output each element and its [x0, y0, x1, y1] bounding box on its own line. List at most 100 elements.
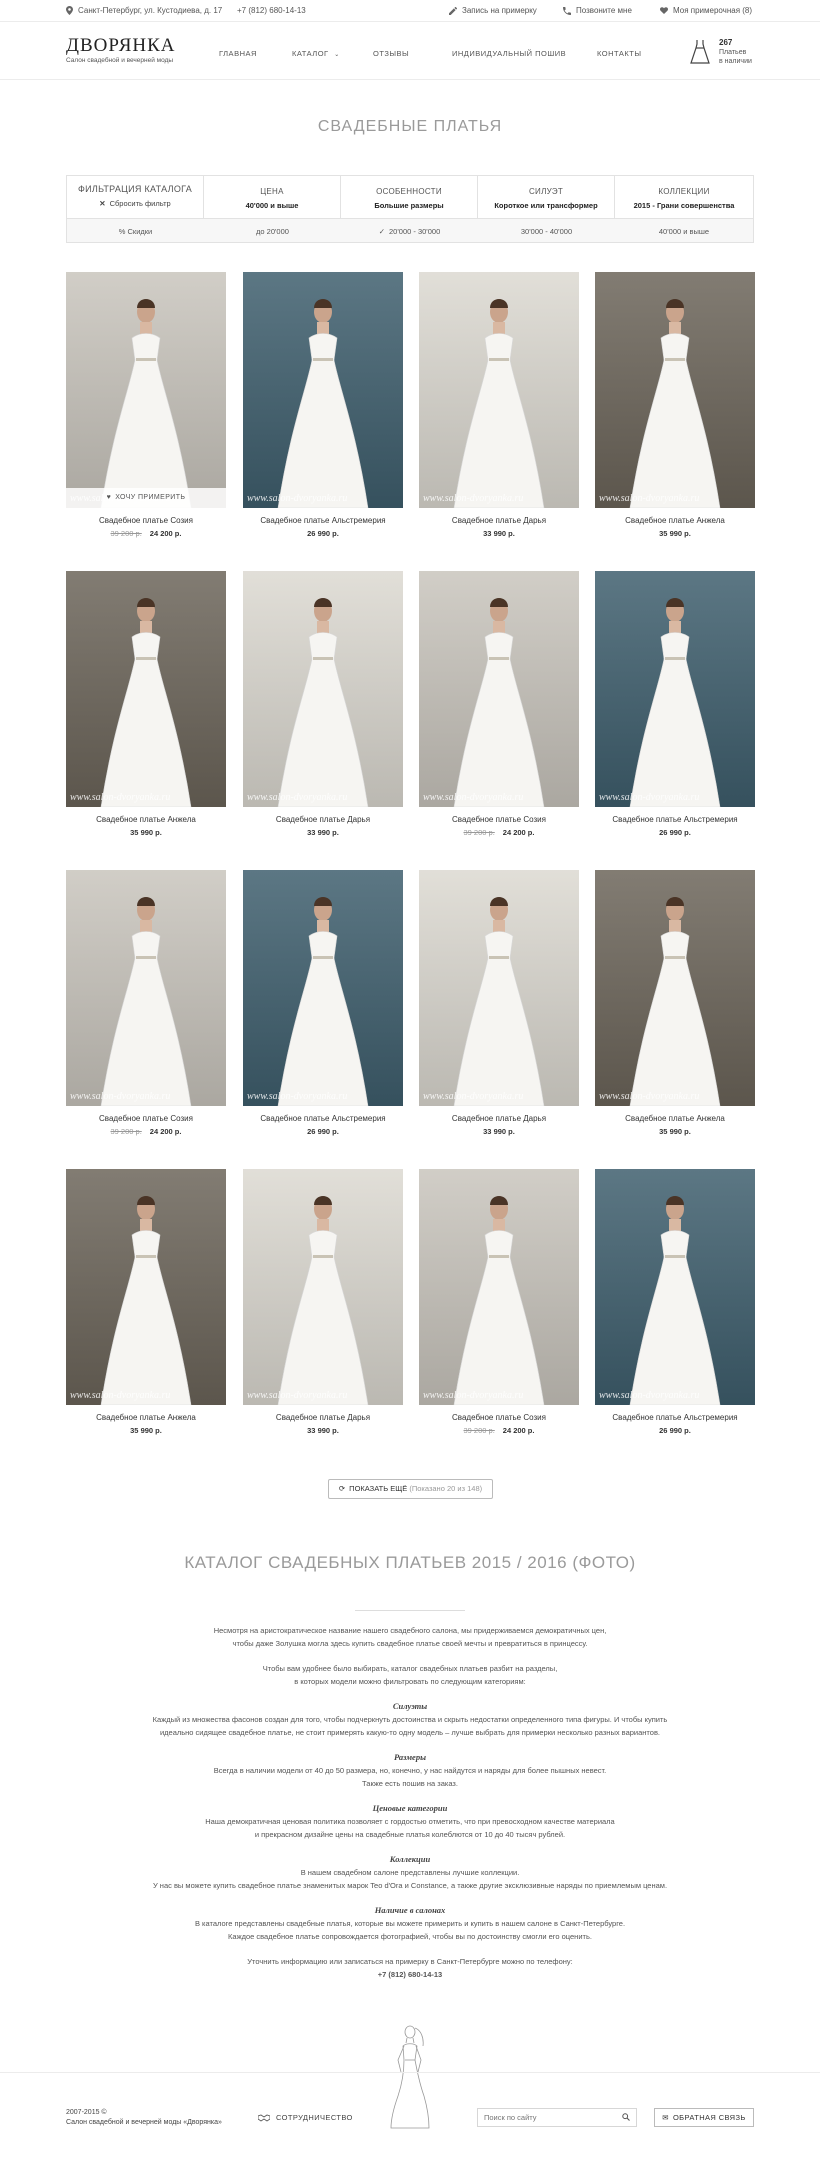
site-search[interactable] [477, 2108, 637, 2127]
filter-collections[interactable]: КОЛЛЕКЦИИ 2015 - Грани совершенства [615, 176, 753, 218]
my-fitting-link[interactable]: Моя примерочная (8) [660, 6, 752, 15]
product-price-row: 35 990 р. [595, 1127, 755, 1136]
product-photo[interactable]: www.salon-dvoryanka.ru [419, 1169, 579, 1405]
watermark: www.salon-dvoryanka.ru [599, 493, 700, 504]
nav-catalog[interactable]: КАТАЛОГ ⌄ [292, 49, 340, 58]
product-name[interactable]: Свадебное платье Анжела [595, 1114, 755, 1123]
filter-price[interactable]: ЦЕНА 40'000 и выше [204, 176, 341, 218]
product-name[interactable]: Свадебное платье Альстремерия [243, 516, 403, 525]
product-name[interactable]: Свадебное платье Дарья [419, 1114, 579, 1123]
product-name[interactable]: Свадебное платье Альстремерия [595, 815, 755, 824]
phone[interactable]: +7 (812) 680-14-13 [237, 6, 306, 15]
seo-section-text: Наша демократичная ценовая политика позв… [205, 1817, 615, 1826]
product-photo[interactable]: www.salon-dvoryanka.ru [419, 571, 579, 807]
show-more-button[interactable]: ⟳ ПОКАЗАТЬ ЕЩЁ (Показано 20 из 148) [328, 1479, 493, 1499]
price: 26 990 р. [659, 1426, 691, 1435]
watermark: www.salon-dvoryanka.ru [70, 1390, 171, 1401]
product-name[interactable]: Свадебное платье Дарья [243, 1413, 403, 1422]
call-me-label[interactable]: Позвоните мне [576, 6, 632, 15]
filter-reset[interactable]: ✕ Сбросить фильтр [67, 199, 203, 208]
feedback-label[interactable]: ОБРАТНАЯ СВЯЗЬ [673, 2113, 746, 2122]
filter-silhouette-label: СИЛУЭТ [528, 187, 564, 196]
product-photo[interactable]: www.salon-dvoryanka.ru [419, 272, 579, 508]
filter-features-value: Большие размеры [374, 201, 444, 210]
page-title: СВАДЕБНЫЕ ПЛАТЬЯ [317, 118, 503, 135]
product-price-row: 35 990 р. [66, 1426, 226, 1435]
filter-option-20000-30000-label[interactable]: 20'000 - 30'000 [389, 227, 440, 236]
product-photo[interactable]: www.salon-dvoryanka.ru [595, 571, 755, 807]
nav-custom-tailoring[interactable]: ИНДИВИДУАЛЬНЫЙ ПОШИВ [452, 49, 566, 58]
product-name[interactable]: Свадебное платье Анжела [66, 1413, 226, 1422]
show-more-label[interactable]: ПОКАЗАТЬ ЕЩЁ [349, 1484, 407, 1493]
product-photo[interactable]: www.salon-dvoryanka.ru [66, 1169, 226, 1405]
product-name[interactable]: Свадебное платье Созия [66, 516, 226, 525]
cooperation-link[interactable]: СОТРУДНИЧЕСТВО [258, 2113, 353, 2122]
product-photo[interactable]: www.salon-dvoryanka.ru [243, 272, 403, 508]
my-fitting-label[interactable]: Моя примерочная (8) [673, 6, 752, 15]
try-on-button[interactable]: ♥ ХОЧУ ПРИМЕРИТЬ [66, 488, 226, 508]
phone-text[interactable]: +7 (812) 680-14-13 [237, 6, 306, 15]
dress-photo-illustration [243, 870, 403, 1106]
old-price: 39 200 р. [110, 529, 142, 538]
search-icon[interactable] [622, 2113, 630, 2121]
product-photo[interactable]: www.salon-dvoryanka.ru [66, 571, 226, 807]
product-name[interactable]: Свадебное платье Альстремерия [243, 1114, 403, 1123]
product-photo[interactable]: www.salon-dvoryanka.ru [243, 571, 403, 807]
product-photo[interactable]: www.salon-dvoryanka.ru [66, 870, 226, 1106]
product-photo[interactable]: www.salon-dvoryanka.ru [419, 870, 579, 1106]
price: 24 200 р. [149, 529, 182, 538]
try-on-label[interactable]: ХОЧУ ПРИМЕРИТЬ [115, 494, 185, 501]
feedback-button[interactable]: ✉ ОБРАТНАЯ СВЯЗЬ [654, 2108, 754, 2127]
product-name[interactable]: Свадебное платье Анжела [66, 815, 226, 824]
logo-title[interactable]: ДВОРЯНКА [66, 35, 176, 57]
product-price-row: 26 990 р. [243, 1127, 403, 1136]
heart-icon: ♥ [106, 494, 112, 501]
watermark: www.salon-dvoryanka.ru [247, 1091, 348, 1102]
call-me-link[interactable]: Позвоните мне [563, 6, 632, 15]
dress-photo-illustration [66, 1169, 226, 1405]
signup-link[interactable]: Запись на примерку [449, 6, 537, 15]
product-name[interactable]: Свадебное платье Созия [419, 1413, 579, 1422]
site-header: ДВОРЯНКА Салон свадебной и вечерней моды… [0, 22, 820, 80]
nav-contacts[interactable]: КОНТАКТЫ [597, 49, 641, 58]
product-photo[interactable]: www.salon-dvoryanka.ru [243, 1169, 403, 1405]
cooperation-label[interactable]: СОТРУДНИЧЕСТВО [276, 2113, 353, 2122]
filter-option-30000-40000[interactable]: 30'000 - 40'000 [478, 227, 615, 236]
filter-option-over-40000[interactable]: 40'000 и выше [615, 227, 753, 236]
watermark: www.salon-dvoryanka.ru [247, 493, 348, 504]
filter-option-20000-30000[interactable]: ✓ 20'000 - 30'000 [341, 227, 478, 236]
product-name[interactable]: Свадебное платье Дарья [243, 815, 403, 824]
dress-icon [690, 40, 710, 64]
product-photo[interactable]: www.salon-dvoryanka.ru [595, 870, 755, 1106]
nav-reviews[interactable]: ОТЗЫВЫ [373, 49, 409, 58]
product-name[interactable]: Свадебное платье Созия [419, 815, 579, 824]
product-name[interactable]: Свадебное платье Альстремерия [595, 1413, 755, 1422]
filter-option-discount[interactable]: % Скидки [67, 227, 204, 236]
search-input[interactable] [478, 2109, 608, 2126]
price: 24 200 р. [502, 828, 535, 837]
price: 26 990 р. [307, 529, 339, 538]
seo-phone[interactable]: +7 (812) 680-14-13 [378, 1970, 442, 1979]
in-stock-line2: в наличии [719, 58, 752, 65]
filter-option-under-20000[interactable]: до 20'000 [204, 227, 341, 236]
dress-photo-illustration [419, 1169, 579, 1405]
product-photo[interactable]: www.salon-dvoryanka.ru [595, 272, 755, 508]
seo-section-text: У нас вы можете купить свадебное платье … [152, 1881, 668, 1890]
filter-title: ФИЛЬТРАЦИЯ КАТАЛОГА [77, 184, 193, 194]
filter-features[interactable]: ОСОБЕННОСТИ Большие размеры [341, 176, 478, 218]
product-photo[interactable]: www.salon-dvoryanka.ru [595, 1169, 755, 1405]
signup-label[interactable]: Запись на примерку [462, 6, 537, 15]
product-photo[interactable]: www.salon-dvoryanka.ru♥ХОЧУ ПРИМЕРИТЬ [66, 272, 226, 508]
product-name[interactable]: Свадебное платье Дарья [419, 516, 579, 525]
nav-catalog-label[interactable]: КАТАЛОГ [292, 49, 329, 58]
filter-silhouette[interactable]: СИЛУЭТ Короткое или трансформер [478, 176, 615, 218]
in-stock-counter[interactable]: 267 Платьев в наличии [689, 36, 759, 70]
product-price-row: 35 990 р. [595, 529, 755, 538]
product-photo[interactable]: www.salon-dvoryanka.ru [243, 870, 403, 1106]
product-name[interactable]: Свадебное платье Созия [66, 1114, 226, 1123]
filter-reset-label[interactable]: Сбросить фильтр [110, 199, 171, 208]
nav-home[interactable]: ГЛАВНАЯ [219, 49, 257, 58]
product-name[interactable]: Свадебное платье Анжела [595, 516, 755, 525]
site-footer: 2007-2015 © Салон свадебной и вечерней м… [0, 2072, 820, 2165]
copyright: 2007-2015 © Салон свадебной и вечерней м… [66, 2108, 222, 2128]
